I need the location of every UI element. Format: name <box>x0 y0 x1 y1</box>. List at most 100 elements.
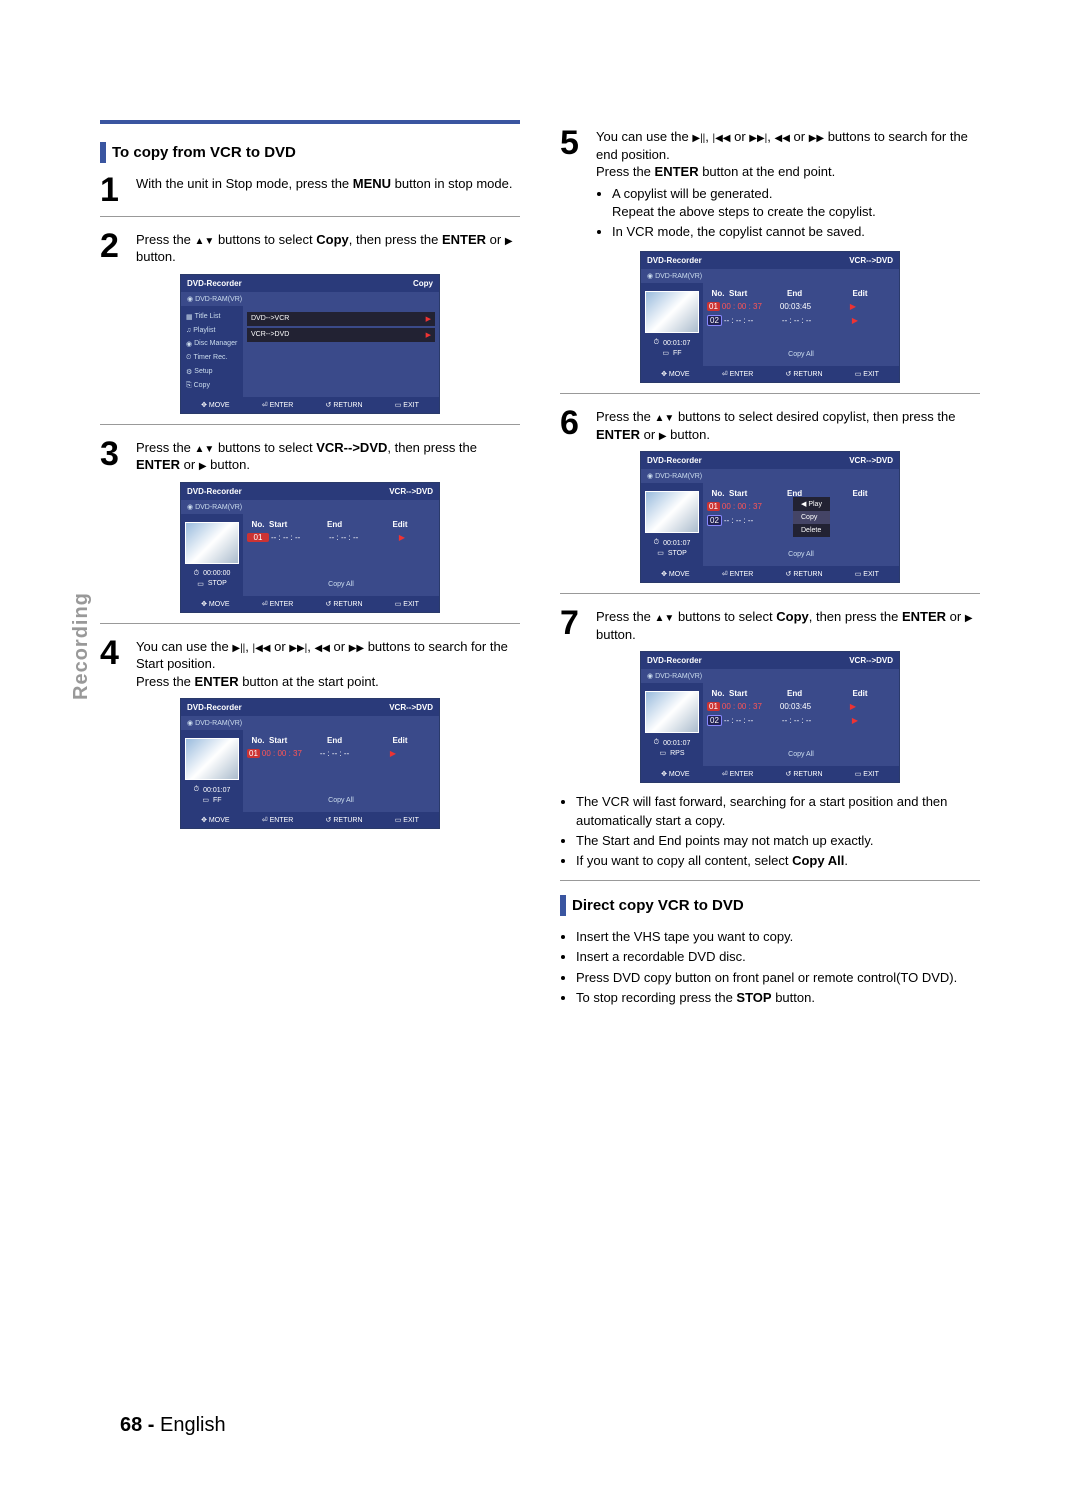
label: MOVE <box>669 571 690 578</box>
page-content: To copy from VCR to DVD 1 With the unit … <box>0 0 1080 1069</box>
table-row: 01 00 : 00 : 37-- : -- : --▶ <box>247 747 435 760</box>
table-header: No.StartEndEdit <box>707 687 895 700</box>
row-edit-icon: ▶ <box>840 716 870 725</box>
osd-thumbnail <box>645 691 699 733</box>
step-text: You can use the ▶||, |◀◀ or ▶▶|, ◀◀ or ▶… <box>596 128 980 243</box>
row-start: 00 : 00 : 37 <box>262 749 320 758</box>
label: ENTER <box>270 601 294 608</box>
osd-main: No.StartEndEdit 01 00 : 00 : 3700:03:45▶… <box>703 683 899 766</box>
foot-return: ↺ RETURN <box>786 370 823 378</box>
right-column: 5 You can use the ▶||, |◀◀ or ▶▶|, ◀◀ or… <box>560 120 980 1009</box>
osd-screenshot-rps: DVD-Recorder VCR-->DVD ◉ DVD-RAM(VR) ⏱ 0… <box>640 651 900 783</box>
divider <box>100 623 520 624</box>
col-no: No. <box>707 289 729 298</box>
foot-move: ✥ MOVE <box>201 816 229 824</box>
osd-title-left: DVD-Recorder <box>187 279 242 288</box>
label: VCR-->DVD <box>251 331 289 338</box>
target: Copy <box>316 232 349 247</box>
foot-return: ↺ RETURN <box>786 770 823 778</box>
osd-popup-menu: ◀ Play Copy Delete <box>793 497 830 537</box>
osd-main: No.StartEndEdit 01 00 : 00 : 3700:03:45▶… <box>703 283 899 366</box>
foot-move: ✥ MOVE <box>201 600 229 608</box>
bullet: Press DVD copy button on front panel or … <box>576 969 980 987</box>
osd-main: No.StartEndEdit 01 00 : 00 : 37-- : -- :… <box>243 730 439 812</box>
row-start: 00 : 00 : 37 <box>722 502 780 511</box>
step-number: 2 <box>100 231 128 266</box>
step-5: 5 You can use the ▶||, |◀◀ or ▶▶|, ◀◀ or… <box>560 128 980 243</box>
osd-main: DVD-->VCR▶ VCR-->DVD ▶ <box>243 306 439 397</box>
step-text: Press the ▲▼ buttons to select desired c… <box>596 408 980 443</box>
enter-label: ENTER <box>655 164 699 179</box>
copy-all-button: Copy All <box>707 548 895 562</box>
next-icon: ▶▶| <box>289 642 307 656</box>
row-edit-icon: ▶ <box>387 533 417 542</box>
time: 00:00:00 <box>203 570 230 577</box>
col-edit: Edit <box>845 289 875 298</box>
osd-subtitle: ◉ DVD-RAM(VR) <box>181 500 439 514</box>
osd-subtitle: ◉ DVD-RAM(VR) <box>641 469 899 483</box>
section-heading-1: To copy from VCR to DVD <box>100 142 520 163</box>
col-start: Start <box>729 289 787 298</box>
label: Copy <box>194 382 210 389</box>
row-start: -- : -- : -- <box>724 716 782 725</box>
direct-copy-list: Insert the VHS tape you want to copy. In… <box>560 928 980 1007</box>
rew-icon: ◀◀ <box>315 642 330 656</box>
text: With the unit in Stop mode, press the ME… <box>136 176 512 191</box>
osd-main: No.StartEndEdit 01-- : -- : ---- : -- : … <box>243 514 439 596</box>
foot-move: ✥ MOVE <box>201 401 229 409</box>
row-no: 02 <box>707 315 722 326</box>
label: STOP <box>668 550 687 557</box>
osd-screenshot-copy-menu: DVD-Recorder Copy ◉ DVD-RAM(VR) ▦ Title … <box>180 274 440 414</box>
foot-enter: ⏎ ENTER <box>262 401 294 409</box>
col-start: Start <box>729 689 787 698</box>
col-end: End <box>327 736 385 745</box>
ff-icon: ▶▶ <box>349 642 364 656</box>
right-icon: ▶ <box>199 460 207 474</box>
divider <box>100 424 520 425</box>
sidebar-item: ⏲ Timer Rec. <box>184 351 240 365</box>
page-number: 68 - <box>120 1414 154 1436</box>
label: EXIT <box>863 771 879 778</box>
bullet: If you want to copy all content, select … <box>576 852 980 870</box>
osd-title-left: DVD-Recorder <box>187 703 242 712</box>
divider <box>560 880 980 881</box>
foot-enter: ⏎ ENTER <box>722 770 754 778</box>
foot-move: ✥ MOVE <box>661 570 689 578</box>
target: Copy <box>776 609 809 624</box>
status: ▭ STOP <box>657 549 687 557</box>
osd-screenshot-end: DVD-Recorder VCR-->DVD ◉ DVD-RAM(VR) ⏱ 0… <box>640 251 900 383</box>
page-lang: English <box>160 1414 226 1436</box>
label: DVD-->VCR <box>251 315 289 322</box>
row-start: -- : -- : -- <box>724 516 782 525</box>
copy-all-button: Copy All <box>247 794 435 808</box>
step-text: Press the ▲▼ buttons to select Copy, the… <box>136 231 520 266</box>
col-start: Start <box>269 520 327 529</box>
right-icon: ▶ <box>659 430 667 444</box>
bullet: To stop recording press the STOP button. <box>576 989 980 1007</box>
label: RETURN <box>793 771 822 778</box>
page-footer: 68 - English <box>120 1414 226 1437</box>
osd-screenshot-vcr-dvd: DVD-Recorder VCR-->DVD ◉ DVD-RAM(VR) ⏱ 0… <box>180 482 440 613</box>
osd-option: DVD-->VCR▶ <box>247 312 435 326</box>
osd-thumbnail <box>185 522 239 564</box>
foot-exit: ▭ EXIT <box>395 401 419 409</box>
enter-label: ENTER <box>136 457 180 472</box>
col-edit: Edit <box>385 520 415 529</box>
step-2: 2 Press the ▲▼ buttons to select Copy, t… <box>100 231 520 266</box>
left-column: To copy from VCR to DVD 1 With the unit … <box>100 120 520 1009</box>
status: ▭ RPS <box>659 749 684 757</box>
osd-thumb-side: ⏱ 00:00:00 ▭ STOP <box>181 514 243 596</box>
row-no: 01 <box>707 702 720 711</box>
heading-bar-icon <box>560 895 566 916</box>
step-text: You can use the ▶||, |◀◀ or ▶▶|, ◀◀ or ▶… <box>136 638 520 691</box>
prev-icon: |◀◀ <box>713 132 731 146</box>
label: EXIT <box>403 817 419 824</box>
table-header: No.StartEndEdit <box>707 287 895 300</box>
osd-subtitle: ◉ DVD-RAM(VR) <box>181 716 439 730</box>
right-arrow-icon: ▶ <box>426 331 431 339</box>
sidebar-item: ⚙ Setup <box>184 365 240 379</box>
step-number: 1 <box>100 175 128 206</box>
foot-enter: ⏎ ENTER <box>262 816 294 824</box>
play-pause-icon: ▶|| <box>232 642 245 656</box>
osd-title-left: DVD-Recorder <box>187 487 242 496</box>
